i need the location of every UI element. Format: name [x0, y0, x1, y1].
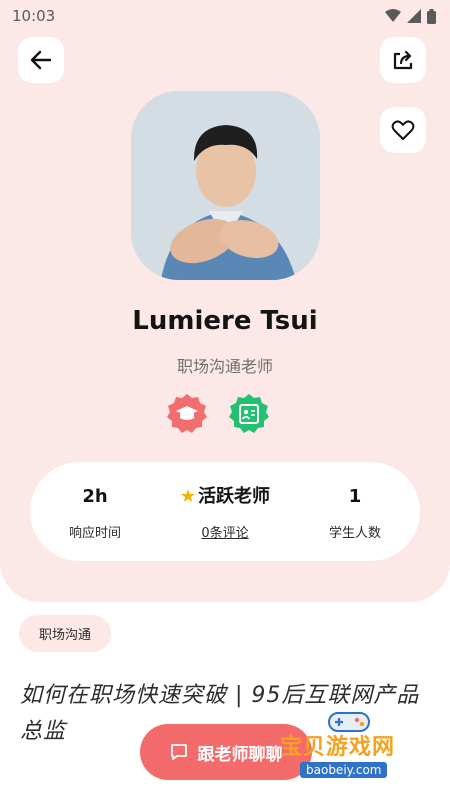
star-icon: ★ — [179, 486, 197, 507]
stat-value: 2h — [82, 486, 108, 507]
id-verified-badge[interactable] — [227, 392, 271, 436]
stat-label: 学生人数 — [328, 526, 381, 541]
teacher-name: Lumiere Tsui — [132, 306, 318, 336]
watermark-logo: 宝贝游戏网 baobeiy.com — [270, 705, 445, 795]
stats-card: 2h 响应时间 ★ 活跃老师 0条评论 1 学生人数 — [30, 462, 420, 561]
stat-response-time: 2h 响应时间 — [30, 462, 160, 541]
stat-active-teacher: ★ 活跃老师 0条评论 — [160, 462, 290, 541]
wifi-icon — [385, 9, 401, 22]
arrow-left-icon — [30, 50, 52, 70]
education-badge[interactable] — [165, 392, 209, 436]
stat-label: 响应时间 — [68, 526, 121, 541]
stat-value-row: ★ 活跃老师 — [160, 484, 290, 510]
teacher-avatar — [131, 91, 320, 280]
watermark-title: 宝贝游戏网 — [280, 735, 396, 760]
share-button[interactable] — [380, 37, 426, 83]
share-icon — [393, 50, 413, 70]
chat-bubble-icon — [170, 744, 187, 760]
stat-students: 1 学生人数 — [290, 462, 420, 541]
signal-icon — [407, 9, 421, 23]
back-button[interactable] — [18, 37, 64, 83]
reviews-link[interactable]: 0条评论 — [160, 522, 290, 541]
status-icons — [385, 8, 436, 24]
status-time: 10:03 — [12, 7, 56, 25]
id-card-icon — [229, 394, 269, 433]
status-bar: 10:03 — [0, 0, 450, 32]
watermark-domain: baobeiy.com — [300, 762, 388, 778]
graduation-cap-icon — [167, 394, 207, 433]
battery-icon — [427, 8, 436, 24]
topic-tag[interactable]: 职场沟通 — [19, 615, 112, 652]
teacher-title: 职场沟通老师 — [176, 357, 273, 376]
stat-value: 活跃老师 — [198, 486, 271, 507]
heart-outline-icon — [391, 120, 415, 140]
favorite-button[interactable] — [380, 107, 426, 153]
stat-value: 1 — [348, 486, 362, 507]
